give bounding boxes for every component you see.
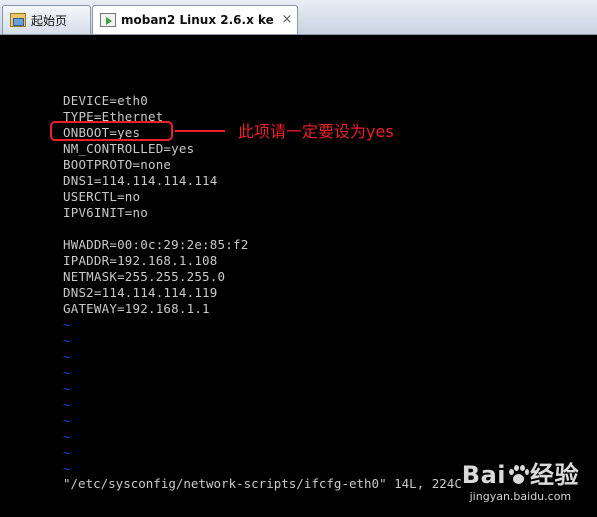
- paw-icon: [507, 464, 529, 486]
- onboot-highlight-box: [50, 121, 173, 141]
- tilde-marker: ~: [63, 349, 71, 364]
- tab-vm-label: moban2 Linux 2.6.x kernel: [121, 13, 273, 27]
- vim-status-line: "/etc/sysconfig/network-scripts/ifcfg-et…: [63, 476, 462, 491]
- tilde-marker: ~: [63, 445, 71, 460]
- config-line-bootproto: BOOTPROTO=none: [63, 157, 172, 172]
- watermark-logo: Bai 经验: [462, 462, 579, 488]
- config-line-netmask: NETMASK=255.255.255.0: [63, 269, 226, 284]
- config-line-device: DEVICE=eth0: [63, 93, 148, 108]
- watermark-logo-right: 经验: [530, 461, 579, 489]
- config-line-hwaddr: HWADDR=00:0c:29:2e:85:f2: [63, 237, 249, 252]
- tilde-marker: ~: [63, 365, 71, 380]
- tilde-marker: ~: [63, 429, 71, 444]
- config-line-ipaddr: IPADDR=192.168.1.108: [63, 253, 218, 268]
- tilde-marker: ~: [63, 381, 71, 396]
- home-icon: [10, 13, 26, 27]
- tilde-marker: ~: [63, 317, 71, 332]
- annotation-line: [175, 130, 225, 132]
- config-line-ipv6init: IPV6INIT=no: [63, 205, 148, 220]
- watermark-url: jingyan.baidu.com: [469, 490, 572, 503]
- tab-home-label: 起始页: [31, 13, 68, 28]
- terminal-console[interactable]: DEVICE=eth0 TYPE=Ethernet ONBOOT=yes NM_…: [0, 35, 597, 517]
- tab-vm-console[interactable]: moban2 Linux 2.6.x kernel ×: [92, 5, 298, 34]
- config-line-dns1: DNS1=114.114.114.114: [63, 173, 218, 188]
- vm-icon: [100, 13, 116, 27]
- config-line-userctl: USERCTL=no: [63, 189, 141, 204]
- config-line-nm-controlled: NM_CONTROLLED=yes: [63, 141, 195, 156]
- tilde-marker: ~: [63, 413, 71, 428]
- tab-home[interactable]: 起始页: [2, 5, 91, 34]
- baidu-jingyan-watermark: Bai 经验 jingyan.baidu.com: [462, 462, 579, 503]
- tab-strip: 起始页 moban2 Linux 2.6.x kernel ×: [0, 0, 597, 35]
- tilde-marker: ~: [63, 461, 71, 476]
- close-tab-icon[interactable]: ×: [279, 12, 295, 28]
- tilde-marker: ~: [63, 333, 71, 348]
- config-line-dns2: DNS2=114.114.114.119: [63, 285, 218, 300]
- watermark-logo-left: Bai: [461, 461, 506, 489]
- config-line-gateway: GATEWAY=192.168.1.1: [63, 301, 210, 316]
- tilde-marker: ~: [63, 397, 71, 412]
- annotation-text: 此项请一定要设为yes: [238, 122, 394, 141]
